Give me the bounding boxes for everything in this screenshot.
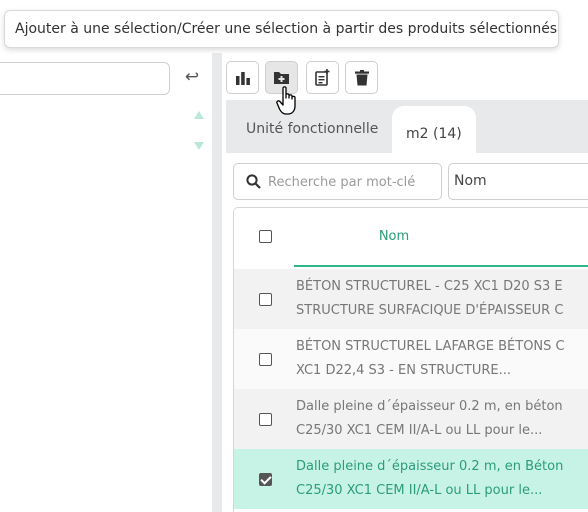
products-table: Nom BÉTON STRUCTUREL - C25 XC1 D20 S3 E … [233,207,588,512]
trash-icon [354,69,369,85]
row-name-line2: STRUCTURE SURFACIQUE D'ÉPAISSEUR C [296,303,564,318]
bar-chart-icon [235,71,250,85]
row-name-line2: C25/30 XC1 CEM II/A-L ou LL pour le... [296,423,543,438]
panel-divider [212,53,222,512]
search-box[interactable] [233,163,442,200]
row-name-line1: Dalle pleine d´épaisseur 0.2 m, en béton [296,399,563,414]
scroll-down-arrow-icon[interactable] [194,142,204,150]
row-name: Dalle pleine d´épaisseur 0.2 m, en Béton… [296,455,588,503]
table-row[interactable]: Dalle pleine d´épaisseur 0.2 m, en béton… [234,389,588,449]
folder-plus-icon [274,72,289,84]
row-checkbox-checked[interactable] [259,473,272,486]
table-row-selected[interactable]: Dalle pleine d´épaisseur 0.2 m, en Béton… [234,449,588,509]
hand-cursor-icon [276,86,296,115]
tooltip: Ajouter à une sélection/Créer une sélect… [4,10,559,48]
row-name: BÉTON STRUCTUREL LAFARGE BÉTONS C XC1 D2… [296,335,588,383]
return-arrow-icon[interactable]: ↩ [182,67,202,87]
document-plus-icon [315,69,330,86]
row-name-line2: XC1 D22,4 S3 - EN STRUCTURE... [296,363,511,378]
table-row[interactable]: BÉTON STRUCTUREL - C25 XC1 D20 S3 E STRU… [234,269,588,329]
row-checkbox[interactable] [259,413,272,426]
sort-select[interactable]: Nom [448,163,588,200]
row-name: BÉTON STRUCTUREL - C25 XC1 D20 S3 E STRU… [296,275,588,323]
right-panel: Unité fonctionnelle m2 (14) Nom Nom BÉTO… [222,53,588,512]
table-header: Nom [234,208,588,269]
tab-m2[interactable]: m2 (14) [392,106,476,153]
left-search-input[interactable] [0,62,170,95]
column-header-nom[interactable]: Nom [294,208,588,267]
search-input[interactable] [268,171,438,193]
chart-button[interactable] [226,61,259,94]
new-document-button[interactable] [306,61,339,94]
row-name-line1: BÉTON STRUCTUREL - C25 XC1 D20 S3 E [296,279,563,294]
row-name-line1: BÉTON STRUCTUREL LAFARGE BÉTONS C [296,339,565,354]
row-checkbox[interactable] [259,353,272,366]
row-name-line1: Dalle pleine d´épaisseur 0.2 m, en Béton [296,459,564,474]
row-name: Dalle pleine d´épaisseur 0.2 m, en béton… [296,395,588,443]
tab-unite-fonctionnelle[interactable]: Unité fonctionnelle [246,100,378,153]
row-checkbox[interactable] [259,293,272,306]
table-row[interactable]: BÉTON STRUCTUREL LAFARGE BÉTONS C XC1 D2… [234,329,588,389]
scroll-up-arrow-icon[interactable] [194,111,204,119]
search-icon [246,174,261,189]
select-all-checkbox[interactable] [259,230,272,243]
delete-button[interactable] [345,61,378,94]
row-name-line2: C25/30 XC1 CEM II/A-L ou LL pour le... [296,483,543,498]
left-panel: ↩ [0,53,212,512]
